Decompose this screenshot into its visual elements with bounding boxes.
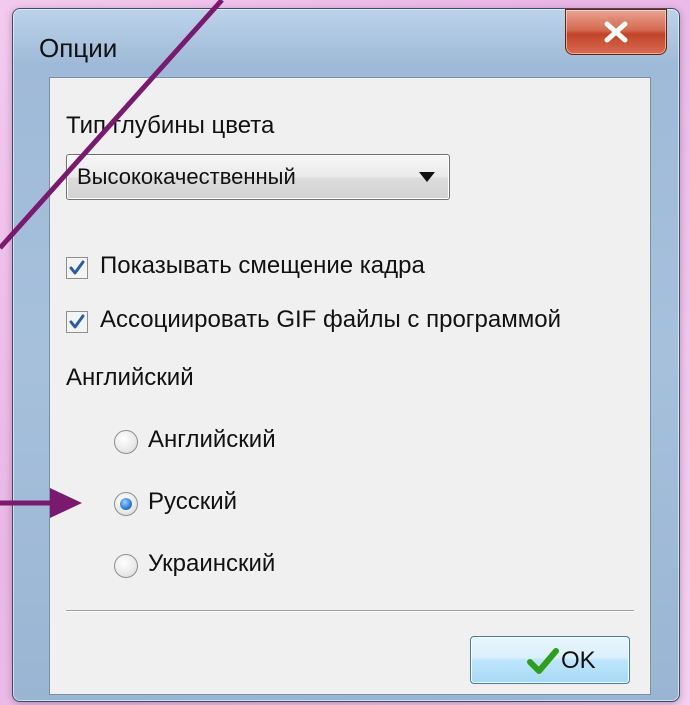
annotation-overlay [0,0,224,518]
arrow-head-icon [50,488,82,518]
annotation-line [0,0,224,250]
